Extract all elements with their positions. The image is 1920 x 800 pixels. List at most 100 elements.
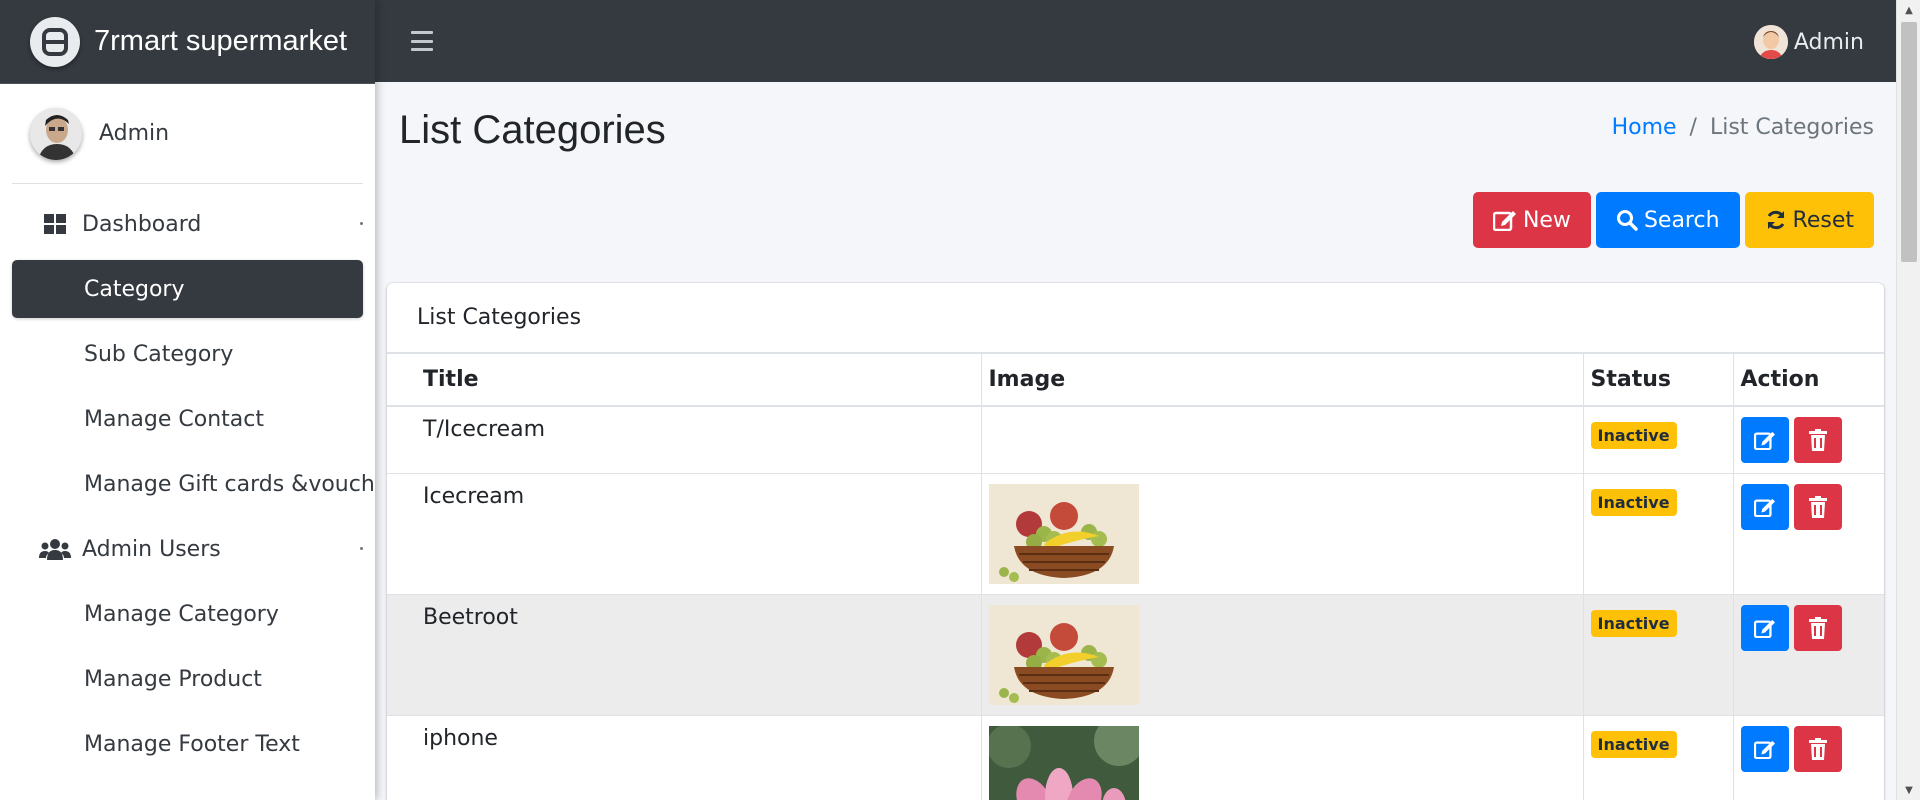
- cell-image: [980, 714, 1584, 800]
- sidebar-item-label: Sub Category: [84, 341, 234, 367]
- cell-image: [980, 405, 1584, 474]
- cell-action: [1732, 593, 1884, 716]
- column-header-image: Image: [980, 353, 1584, 407]
- cell-title: T/Icecream: [387, 405, 982, 474]
- brand-name: 7rmart supermarket: [94, 25, 348, 57]
- top-navbar: Admin: [375, 0, 1896, 82]
- sidebar-item-label: Category: [84, 276, 185, 302]
- categories-card: List Categories Title Image Status Actio…: [387, 283, 1884, 800]
- table-row: T/Icecream Inactive: [387, 405, 1884, 474]
- cell-status: Inactive: [1582, 405, 1734, 474]
- sidebar-item-manage-footer-text[interactable]: Manage Footer Text: [12, 715, 363, 773]
- trash-icon: [1808, 737, 1827, 760]
- top-user-avatar: [1753, 25, 1788, 59]
- sidebar-item-manage-category[interactable]: Manage Category: [12, 585, 363, 643]
- top-user-menu[interactable]: Admin: [1753, 25, 1864, 59]
- sidebar-item-label: Manage Contact: [84, 406, 264, 432]
- card-title: List Categories: [387, 283, 1884, 353]
- column-header-status: Status: [1582, 353, 1734, 407]
- edit-button[interactable]: [1740, 416, 1789, 463]
- sidebar-item-label: Admin Users: [82, 536, 221, 562]
- breadcrumb-separator: /: [1689, 115, 1697, 140]
- sidebar-item-admin-users[interactable]: Admin Users: [12, 520, 363, 578]
- page-title: List Categories: [399, 108, 666, 152]
- cell-status: Inactive: [1582, 472, 1734, 595]
- breadcrumb-home-link[interactable]: Home: [1612, 115, 1677, 140]
- trash-icon: [1808, 428, 1827, 451]
- reset-button[interactable]: Reset: [1744, 192, 1874, 248]
- column-header-action: Action: [1732, 353, 1884, 407]
- top-user-name: Admin: [1793, 29, 1864, 55]
- cell-title: Beetroot: [387, 593, 982, 716]
- page-scrollbar[interactable]: ▲ ▼: [1896, 0, 1920, 800]
- sidebar-nav: Dashboard Category Sub Category Manage C…: [0, 184, 375, 773]
- categories-table: Title Image Status Action T/Icecream Ina…: [387, 353, 1884, 800]
- edit-button[interactable]: [1740, 483, 1789, 530]
- sidebar-item-manage-gift-cards[interactable]: Manage Gift cards &voucher: [12, 455, 375, 513]
- status-badge: Inactive: [1590, 421, 1677, 449]
- cell-status: Inactive: [1582, 714, 1734, 800]
- action-buttons: New Search Reset: [1472, 192, 1874, 248]
- sidebar-item-label: Manage Gift cards &voucher: [84, 471, 375, 497]
- cell-title: Icecream: [387, 472, 982, 595]
- delete-button[interactable]: [1793, 725, 1842, 772]
- cell-status: Inactive: [1582, 593, 1734, 716]
- edit-button[interactable]: [1740, 725, 1789, 772]
- sidebar-user-name: Admin: [99, 121, 170, 146]
- reset-button-label: Reset: [1792, 207, 1854, 233]
- user-panel[interactable]: Admin: [12, 84, 363, 184]
- sidebar-item-label: Manage Category: [84, 601, 279, 627]
- fruit-basket-image: [988, 604, 1139, 705]
- main-content: List Categories Home / List Categories N…: [375, 82, 1896, 800]
- cell-title: iphone: [387, 714, 982, 800]
- table-row: iphone Inactive: [387, 714, 1884, 800]
- table-row: Beetroot Inactive: [387, 593, 1884, 716]
- edit-icon: [1753, 740, 1775, 759]
- search-button-label: Search: [1643, 207, 1720, 233]
- user-avatar: [30, 107, 82, 160]
- status-badge: Inactive: [1590, 609, 1677, 637]
- new-button-label: New: [1522, 207, 1571, 233]
- column-header-title: Title: [387, 353, 982, 407]
- edit-icon: [1753, 498, 1775, 517]
- scroll-down-arrow-icon[interactable]: ▼: [1897, 780, 1920, 800]
- cell-action: [1732, 714, 1884, 800]
- sync-icon: [1767, 210, 1784, 230]
- sidebar-item-dashboard[interactable]: Dashboard: [12, 195, 363, 253]
- trash-icon: [1808, 495, 1827, 518]
- sidebar-item-label: Manage Footer Text: [84, 731, 300, 757]
- breadcrumb-current: List Categories: [1709, 115, 1874, 140]
- angle-left-icon: [360, 222, 363, 225]
- angle-left-icon: [360, 547, 363, 550]
- scroll-up-arrow-icon[interactable]: ▲: [1897, 0, 1920, 20]
- new-button[interactable]: New: [1472, 192, 1591, 248]
- sidebar-item-category[interactable]: Category: [12, 260, 363, 318]
- cell-action: [1732, 472, 1884, 595]
- brand-link[interactable]: 7rmart supermarket: [0, 0, 375, 84]
- cell-action: [1732, 405, 1884, 474]
- scrollbar-thumb[interactable]: [1901, 22, 1917, 262]
- sidebar-item-manage-product[interactable]: Manage Product: [12, 650, 363, 708]
- lotus-flower-image: [988, 725, 1139, 800]
- brand-logo-icon: [30, 16, 80, 67]
- hamburger-menu-icon[interactable]: [411, 31, 433, 51]
- sidebar-item-manage-contact[interactable]: Manage Contact: [12, 390, 363, 448]
- edit-button[interactable]: [1740, 604, 1789, 651]
- search-button[interactable]: Search: [1595, 192, 1740, 248]
- trash-icon: [1808, 616, 1827, 639]
- status-badge: Inactive: [1590, 488, 1677, 516]
- fruit-basket-image: [988, 483, 1139, 584]
- search-icon: [1616, 210, 1638, 231]
- breadcrumb: Home / List Categories: [1612, 115, 1874, 140]
- delete-button[interactable]: [1793, 604, 1842, 651]
- edit-icon: [1753, 619, 1775, 638]
- sidebar-item-sub-category[interactable]: Sub Category: [12, 325, 363, 383]
- delete-button[interactable]: [1793, 416, 1842, 463]
- cell-image: [980, 593, 1584, 716]
- edit-icon: [1753, 431, 1775, 450]
- delete-button[interactable]: [1793, 483, 1842, 530]
- th-large-icon: [38, 214, 72, 234]
- status-badge: Inactive: [1590, 730, 1677, 758]
- table-header-row: Title Image Status Action: [387, 353, 1884, 407]
- users-icon: [38, 538, 72, 560]
